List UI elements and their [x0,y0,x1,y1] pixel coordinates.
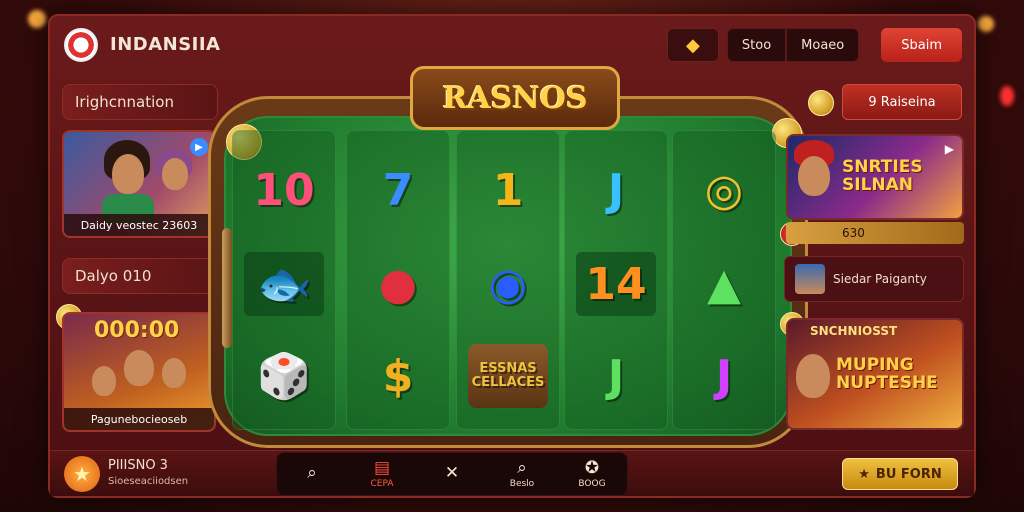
nav-item[interactable]: ▤ CEPA [352,459,412,489]
nav-item[interactable]: ⌕ Beslo [492,459,552,489]
star-icon: ★ [73,462,91,486]
nav-item[interactable]: ⌕ [282,464,342,484]
reel-symbol: ● [378,258,418,310]
top-actions: ◆ Stoo Moaeo Sbaim [666,28,962,62]
bottom-nav: ⌕ ▤ CEPA ✕ ⌕ Beslo ✪ BOOG [276,452,628,496]
reel-symbol: ◎ [704,164,744,216]
background-light [28,10,46,28]
lever-handle[interactable] [222,228,232,348]
coin-bag-icon: ◆ [685,34,700,56]
raise-button[interactable]: 9 Raiseina [842,84,962,120]
reel-symbol: 7 [382,164,414,216]
promo-card-4-banner: SNCHNIOSST [810,324,898,338]
character-face [162,358,186,388]
casino-icon: ▤ [373,458,391,478]
promo-card-4-title: MUPING NUPTESHE [836,355,938,393]
star-button[interactable]: ★ [64,456,100,492]
left-label-mid: Dalyo 010 [62,258,218,294]
player-row[interactable]: Siedar Paiganty [784,256,964,302]
bottom-subtitle: Sioeseaciiodsen [108,476,189,487]
cards-icon: ✕ [444,463,460,483]
play-button[interactable]: ★ BU FORN [842,458,958,490]
star-icon: ★ [858,466,870,482]
search-icon: ⌕ [517,458,527,478]
reel-symbol: 14 [576,252,656,316]
reel-symbol: ESSNAS CELLACES [468,344,548,408]
reel-symbol: 1 [492,164,524,216]
stop-button[interactable]: Stoo [726,28,787,62]
value-strip: 630 [786,222,964,244]
reel-symbol: ▲ [707,258,741,310]
character-face [798,156,830,196]
brand-logo-icon [64,28,98,62]
player-row-label: Siedar Paiganty [833,272,927,286]
character-face [796,354,830,398]
expand-icon[interactable]: ▶ [945,142,954,156]
reel-symbol: J [607,350,625,402]
promo-card-1[interactable]: ▶ Daidy veostec 23603 [62,130,216,238]
background-light [1000,86,1014,106]
promo-card-1-caption: Daidy veostec 23603 [64,214,214,236]
promo-card-2-caption: Pagunebocieoseb [64,408,214,430]
reel-symbol: $ [382,350,414,402]
coin-icon [808,90,834,116]
character-face [92,366,116,396]
reel-symbol: 10 [253,164,315,216]
mode-button[interactable]: Moaeo [786,28,860,62]
expand-icon[interactable]: ▶ [190,138,208,156]
bottom-title: PIIISNO 3 [108,458,168,473]
reel-symbol: J [607,164,625,216]
character-face [112,154,144,194]
nav-item-label: BOOG [578,479,606,489]
coin-bag-button[interactable]: ◆ [666,28,719,62]
reel-symbol: 🐟 [244,252,324,316]
background-light [978,16,994,32]
nav-item[interactable]: ✪ BOOG [562,459,622,489]
sign-in-button[interactable]: Sbaim [881,28,962,62]
reel-symbol: ◉ [488,258,528,310]
nav-item-label: CEPA [370,479,394,489]
game-title: RASNOS [410,66,620,130]
left-label-top: Irighcnnation [62,84,218,120]
brand-name: INDANSIIA [110,34,221,55]
reel-symbol: J [715,350,733,402]
nav-item-label: Beslo [509,479,535,489]
promo-card-4[interactable]: SNCHNIOSST MUPING NUPTESHE [786,318,964,430]
promo-card-3[interactable]: SNRTIES SILNAN ▶ [786,134,964,220]
search-icon: ⌕ [307,463,317,483]
avatar [795,264,825,294]
reel-symbol: 🎲 [256,351,312,402]
nav-item[interactable]: ✕ [422,464,482,484]
promo-card-3-title: SNRTIES SILNAN [842,157,923,195]
promo-card-2[interactable]: 000:00 Pagunebocieoseb [62,312,216,432]
play-button-label: BU FORN [875,466,942,482]
character-face [124,350,154,386]
character-face [162,158,188,190]
jackpot-amount: 000:00 [94,318,180,343]
star-icon: ✪ [584,458,600,478]
